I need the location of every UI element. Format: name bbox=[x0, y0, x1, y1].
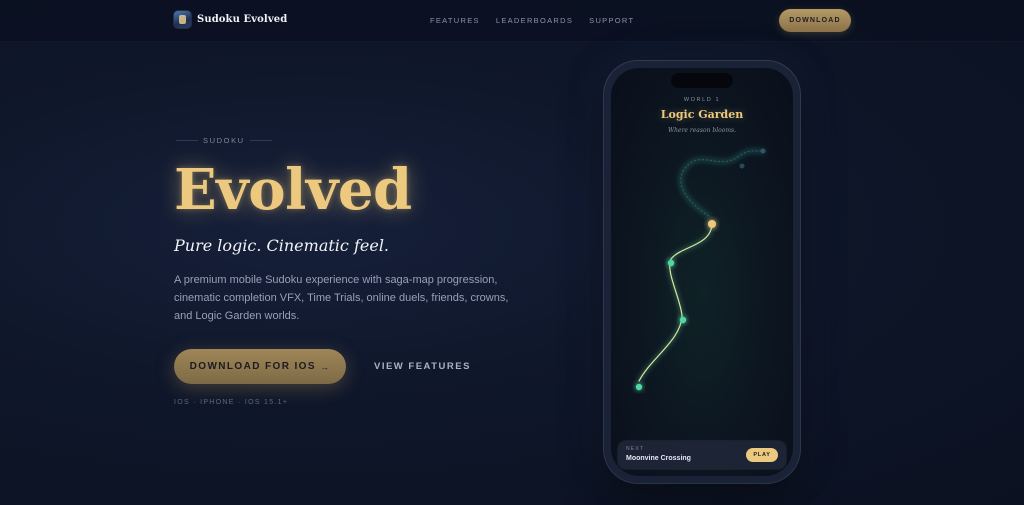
brand[interactable]: Sudoku Evolved bbox=[174, 11, 287, 28]
completed-path-line bbox=[638, 223, 713, 382]
world-subtitle: Where reason blooms. bbox=[667, 127, 737, 134]
world-label: WORLD 1 bbox=[683, 97, 721, 103]
completed-level-node bbox=[635, 383, 643, 391]
world-title: Logic Garden bbox=[660, 108, 744, 121]
download-ios-label: DOWNLOAD FOR IOS bbox=[189, 361, 316, 372]
phone-mockup: WORLD 1 Logic Garden Where reason blooms… bbox=[604, 61, 800, 483]
platform-info: IOS · IPHONE · IOS 15.1+ bbox=[174, 399, 289, 406]
hero-description: A premium mobile Sudoku experience with … bbox=[174, 274, 509, 322]
nav-link-leaderboards[interactable]: LEADERBOARDS bbox=[496, 16, 573, 25]
eyebrow-divider-left bbox=[176, 140, 198, 141]
nav-link-features[interactable]: FEATURES bbox=[430, 16, 480, 25]
top-nav: Sudoku Evolved FEATURES LEADERBOARDS SUP… bbox=[0, 0, 1024, 42]
locked-level-node bbox=[739, 163, 745, 169]
hero-eyebrow: SUDOKU bbox=[176, 136, 272, 145]
hero-title: Evolved bbox=[174, 157, 412, 223]
completed-path-glow bbox=[636, 221, 715, 384]
completed-level-node bbox=[667, 259, 675, 267]
locked-level-node bbox=[760, 148, 766, 154]
hero-tagline: Pure logic. Cinematic feel. bbox=[174, 236, 390, 255]
phone-notch bbox=[671, 73, 733, 88]
nav-links: FEATURES LEADERBOARDS SUPPORT bbox=[430, 16, 634, 25]
next-level-name: Moonvine Crossing bbox=[626, 455, 691, 462]
app-logo-icon bbox=[174, 11, 191, 28]
locked-path-segment bbox=[677, 147, 766, 219]
phone-screen: WORLD 1 Logic Garden Where reason blooms… bbox=[611, 68, 793, 476]
next-label: NEXT bbox=[626, 446, 645, 452]
nav-download-button[interactable]: DOWNLOAD bbox=[779, 9, 851, 32]
download-ios-button[interactable]: DOWNLOAD FOR IOS → bbox=[174, 349, 346, 384]
next-level-card: NEXT Moonvine Crossing PLAY bbox=[618, 441, 786, 469]
current-level-node bbox=[708, 220, 716, 228]
arrow-right-icon: → bbox=[319, 361, 331, 372]
view-features-link[interactable]: VIEW FEATURES bbox=[374, 361, 471, 372]
completed-level-node bbox=[679, 316, 687, 324]
brand-name: Sudoku Evolved bbox=[197, 14, 288, 25]
eyebrow-text: SUDOKU bbox=[203, 136, 245, 145]
eyebrow-divider-right bbox=[249, 140, 272, 141]
play-button[interactable]: PLAY bbox=[746, 448, 778, 462]
nav-link-support[interactable]: SUPPORT bbox=[589, 16, 634, 25]
